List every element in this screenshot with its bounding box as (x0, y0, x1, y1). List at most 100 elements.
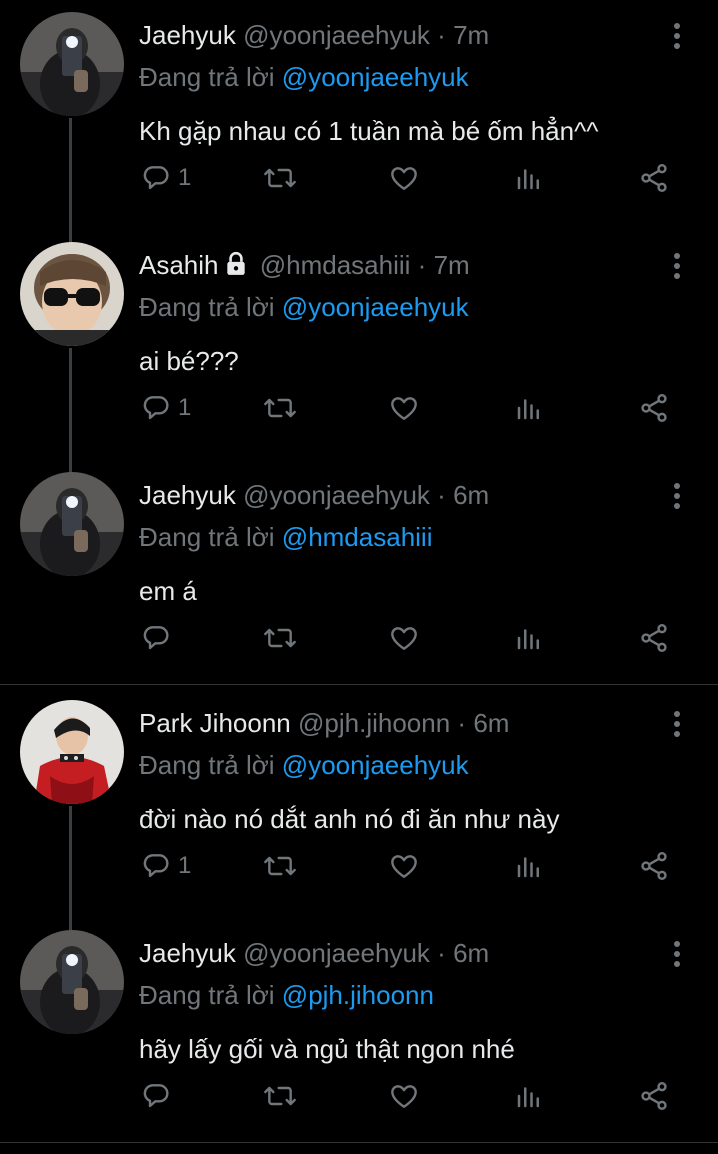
tweet-header: Park Jihoonn @pjh.jihoonn · 6m (139, 706, 509, 740)
avatar[interactable] (20, 12, 124, 116)
replying-to-prefix: Đang trả lời (139, 980, 275, 1010)
thread-divider (0, 1142, 718, 1143)
share-icon (638, 162, 670, 194)
replying-to: Đang trả lời @yoonjaeehyuk (139, 290, 469, 324)
retweet-button[interactable] (262, 1078, 298, 1114)
display-name[interactable]: Jaehyuk (139, 20, 236, 50)
like-button[interactable] (388, 848, 420, 884)
user-handle[interactable]: @hmdasahiii (260, 250, 411, 280)
tweet[interactable]: Jaehyuk @yoonjaeehyuk · 6m Đang trả lời … (0, 460, 718, 684)
tweet[interactable]: Jaehyuk @yoonjaeehyuk · 7m Đang trả lời … (0, 0, 718, 230)
mention-link[interactable]: @yoonjaeehyuk (282, 750, 469, 780)
timestamp[interactable]: 7m (453, 20, 489, 50)
timestamp[interactable]: 6m (453, 938, 489, 968)
views-button[interactable] (514, 1078, 544, 1114)
views-bar-chart-icon (514, 1080, 544, 1112)
tweet-header: Jaehyuk @yoonjaeehyuk · 7m (139, 18, 489, 52)
display-name[interactable]: Asahih (139, 250, 219, 280)
heart-icon (388, 850, 420, 882)
views-bar-chart-icon (514, 162, 544, 194)
retweet-button[interactable] (262, 390, 298, 426)
tweet-text: ai bé??? (139, 346, 239, 376)
mention-link[interactable]: @yoonjaeehyuk (282, 292, 469, 322)
like-button[interactable] (388, 160, 420, 196)
user-handle[interactable]: @yoonjaeehyuk (243, 20, 430, 50)
share-button[interactable] (638, 390, 670, 426)
more-vertical-icon[interactable] (666, 940, 688, 968)
share-button[interactable] (638, 160, 670, 196)
tweet-header: Asahih @hmdasahiii · 7m (139, 248, 470, 285)
timestamp[interactable]: 6m (473, 708, 509, 738)
retweet-icon (262, 162, 298, 194)
tweet-text: em á (139, 576, 197, 606)
reply-button[interactable] (140, 620, 178, 656)
heart-icon (388, 1080, 420, 1112)
reply-count: 1 (178, 852, 192, 879)
timestamp[interactable]: 7m (434, 250, 470, 280)
mention-link[interactable]: @hmdasahiii (282, 522, 433, 552)
reply-count: 1 (178, 164, 192, 191)
tweet-text: Kh gặp nhau có 1 tuần mà bé ốm hẳn^^ (139, 116, 599, 146)
share-button[interactable] (638, 620, 670, 656)
reply-bubble-icon (140, 1080, 172, 1112)
tweet-text: hãy lấy gối và ngủ thật ngon nhé (139, 1034, 515, 1064)
reply-button[interactable]: 1 (140, 848, 191, 884)
action-bar (0, 1078, 718, 1118)
views-button[interactable] (514, 160, 544, 196)
views-button[interactable] (514, 620, 544, 656)
user-handle[interactable]: @yoonjaeehyuk (243, 938, 430, 968)
retweet-button[interactable] (262, 848, 298, 884)
avatar[interactable] (20, 242, 124, 346)
retweet-button[interactable] (262, 620, 298, 656)
timestamp[interactable]: 6m (453, 480, 489, 510)
heart-icon (388, 392, 420, 424)
like-button[interactable] (388, 1078, 420, 1114)
more-vertical-icon[interactable] (666, 482, 688, 510)
views-button[interactable] (514, 848, 544, 884)
tweet-header: Jaehyuk @yoonjaeehyuk · 6m (139, 478, 489, 512)
tweet[interactable]: Park Jihoonn @pjh.jihoonn · 6m Đang trả … (0, 688, 718, 918)
more-vertical-icon[interactable] (666, 22, 688, 50)
action-bar: 1 (0, 160, 718, 200)
share-icon (638, 622, 670, 654)
action-bar: 1 (0, 390, 718, 430)
user-handle[interactable]: @yoonjaeehyuk (243, 480, 430, 510)
retweet-icon (262, 1080, 298, 1112)
mention-link[interactable]: @yoonjaeehyuk (282, 62, 469, 92)
replying-to-prefix: Đang trả lời (139, 292, 275, 322)
avatar[interactable] (20, 700, 124, 804)
reply-button[interactable]: 1 (140, 390, 191, 426)
separator-dot: · (437, 20, 446, 50)
retweet-icon (262, 622, 298, 654)
replying-to: Đang trả lời @hmdasahiii (139, 520, 432, 554)
separator-dot: · (457, 708, 467, 738)
replying-to-prefix: Đang trả lời (139, 522, 275, 552)
avatar[interactable] (20, 930, 124, 1034)
reply-bubble-icon (140, 162, 172, 194)
separator-dot: · (437, 480, 446, 510)
reply-button[interactable]: 1 (140, 160, 191, 196)
display-name[interactable]: Park Jihoonn (139, 708, 291, 738)
share-button[interactable] (638, 1078, 670, 1114)
views-bar-chart-icon (514, 850, 544, 882)
retweet-button[interactable] (262, 160, 298, 196)
tweet-thread-feed: Jaehyuk @yoonjaeehyuk · 7m Đang trả lời … (0, 0, 718, 1154)
display-name[interactable]: Jaehyuk (139, 938, 236, 968)
separator-dot: · (437, 938, 446, 968)
separator-dot: · (417, 250, 427, 280)
tweet[interactable]: Asahih @hmdasahiii · 7m Đang trả lời @yo… (0, 230, 718, 460)
like-button[interactable] (388, 620, 420, 656)
display-name[interactable]: Jaehyuk (139, 480, 236, 510)
thread-divider (0, 684, 718, 685)
tweet[interactable]: Jaehyuk @yoonjaeehyuk · 6m Đang trả lời … (0, 918, 718, 1144)
avatar[interactable] (20, 472, 124, 576)
reply-bubble-icon (140, 392, 172, 424)
user-handle[interactable]: @pjh.jihoonn (298, 708, 450, 738)
mention-link[interactable]: @pjh.jihoonn (282, 980, 434, 1010)
views-button[interactable] (514, 390, 544, 426)
like-button[interactable] (388, 390, 420, 426)
share-button[interactable] (638, 848, 670, 884)
more-vertical-icon[interactable] (666, 710, 688, 738)
reply-button[interactable] (140, 1078, 178, 1114)
more-vertical-icon[interactable] (666, 252, 688, 280)
